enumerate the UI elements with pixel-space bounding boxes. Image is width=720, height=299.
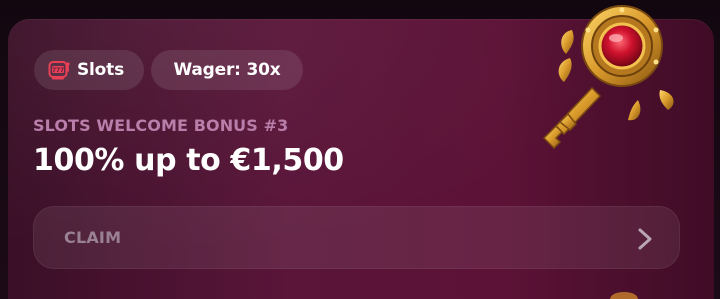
wager-tag-label: Wager: 30x [173, 60, 281, 80]
claim-button[interactable]: CLAIM [33, 206, 680, 269]
chevron-right-icon [638, 228, 652, 250]
slot-machine-icon: 777 [48, 61, 70, 80]
category-tag-label: Slots [77, 60, 124, 80]
golden-key-icon [542, 5, 674, 150]
decorative-glint [610, 292, 638, 299]
bonus-headline: 100% up to €1,500 [33, 143, 344, 178]
category-tag: 777 Slots [34, 50, 144, 90]
claim-button-label: CLAIM [64, 228, 122, 247]
svg-text:777: 777 [52, 67, 64, 74]
wager-tag: Wager: 30x [151, 50, 303, 90]
bonus-subtitle: SLOTS WELCOME BONUS #3 [33, 116, 289, 135]
page: 777 Slots Wager: 30x SLOTS WELCOME BONUS… [0, 0, 720, 299]
